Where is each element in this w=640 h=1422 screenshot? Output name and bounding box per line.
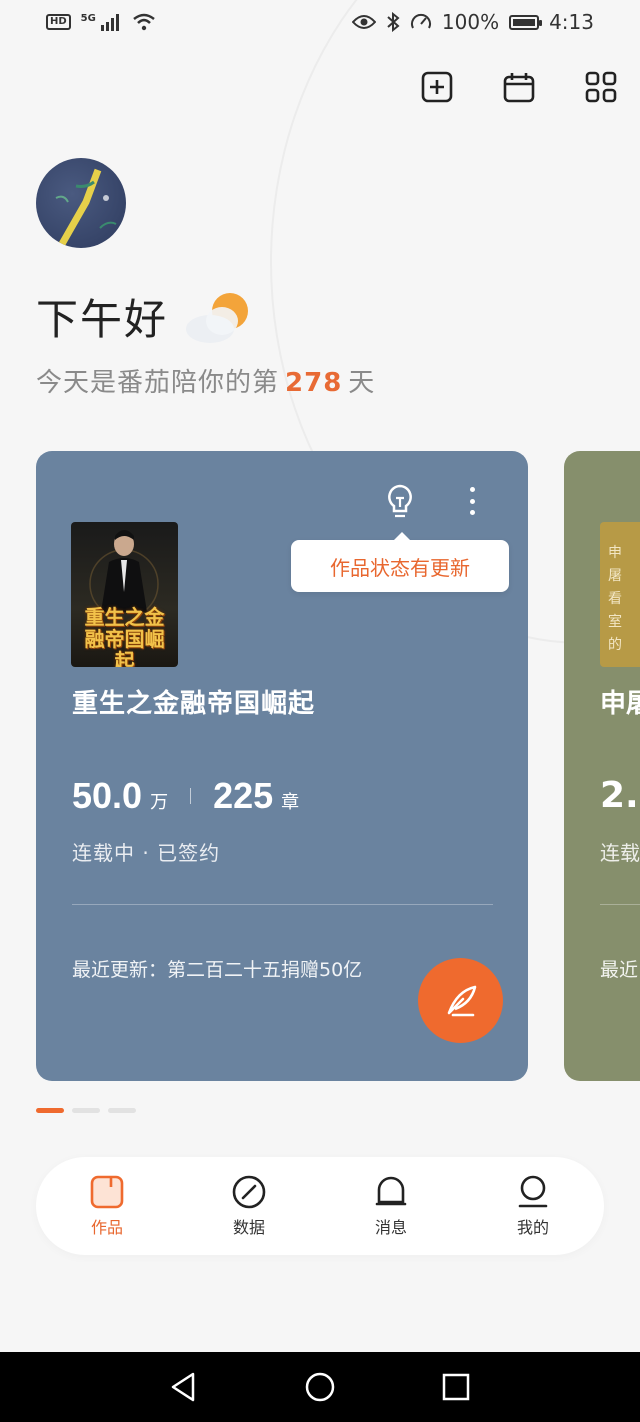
greeting-text: 下午好 [36, 295, 169, 344]
chapter-count-unit: 章 [281, 792, 300, 813]
signal-icon [100, 14, 119, 31]
battery-percent: 100% [441, 10, 500, 34]
profile-icon [518, 1175, 548, 1208]
grid-button[interactable] [584, 68, 618, 106]
add-button[interactable] [420, 68, 454, 106]
app-screen: HD 5G 100% 4:13 下午好 今天是番茄陪你的第 278 天 作品状态… [0, 0, 640, 1422]
grid-icon [585, 71, 617, 103]
card-divider [600, 904, 640, 905]
avatar-image [55, 168, 117, 246]
back-triangle-icon [171, 1372, 195, 1402]
greeting: 下午好 [36, 286, 256, 347]
back-button[interactable] [166, 1369, 202, 1405]
book-stats: 50.0 万 225 章 [72, 775, 299, 817]
cover-title: 申屠看室的 [608, 545, 622, 653]
home-circle-icon [305, 1372, 335, 1402]
more-options-icon[interactable] [462, 483, 482, 519]
pager-dot-active [36, 1108, 64, 1113]
word-count-unit: 万 [150, 792, 169, 813]
book-title[interactable]: 重生之金融帝国崛起 [72, 683, 315, 720]
data-icon [232, 1175, 266, 1209]
book-card[interactable]: 作品状态有更新 重生之金融帝国崛起 重生之金融帝国崛起 50.0 万 225 章… [36, 451, 528, 1081]
home-button[interactable] [302, 1369, 338, 1405]
tab-data[interactable]: 数据 [204, 1174, 294, 1238]
hd-badge: HD [46, 14, 71, 30]
partly-cloudy-icon [182, 289, 256, 345]
companion-days: 今天是番茄陪你的第 278 天 [36, 368, 376, 398]
works-icon [90, 1175, 124, 1209]
pager-dot [108, 1108, 136, 1113]
bottom-tab-bar: 作品 数据 消息 我的 [36, 1157, 604, 1255]
book-cover[interactable]: 重生之金融帝国崛起 [71, 522, 178, 667]
word-count: 2.0 [600, 775, 640, 816]
chapter-count: 225 [213, 775, 274, 816]
speed-icon [410, 13, 431, 29]
book-status: 连载中 · 已签约 [72, 841, 221, 865]
cover-title: 重生之金融帝国崛起 [84, 605, 165, 667]
book-title[interactable]: 申屠 [600, 683, 640, 720]
status-bar: HD 5G 100% 4:13 [0, 0, 640, 44]
clock: 4:13 [549, 10, 594, 34]
latest-update: 最近更新：第二百二十五捐赠50亿 [72, 959, 363, 981]
tab-works[interactable]: 作品 [62, 1174, 152, 1238]
book-cover[interactable]: 申屠看室的 [600, 522, 640, 667]
network-type: 5G [80, 12, 96, 24]
add-icon [421, 71, 453, 103]
tab-label: 我的 [516, 1218, 549, 1237]
stats-divider [190, 788, 192, 804]
days-count: 278 [285, 368, 343, 398]
top-actions [420, 68, 618, 106]
carousel-pager [36, 1108, 136, 1113]
write-button[interactable] [418, 958, 503, 1043]
tab-profile[interactable]: 我的 [488, 1174, 578, 1238]
wifi-icon [133, 13, 155, 31]
book-card-next[interactable]: 申屠看室的 申屠 2.0 连载 最近 [564, 451, 640, 1081]
tab-messages[interactable]: 消息 [346, 1174, 436, 1238]
pager-dot [72, 1108, 100, 1113]
recents-square-icon [442, 1373, 470, 1401]
eye-icon [351, 15, 376, 29]
bluetooth-icon [387, 12, 400, 32]
quill-icon [447, 985, 476, 1016]
battery-icon [509, 14, 543, 30]
latest-update: 最近 [600, 959, 639, 981]
tab-label: 消息 [374, 1218, 407, 1237]
cover-figure [89, 530, 159, 612]
word-count: 50.0 [72, 775, 143, 816]
system-nav-bar [0, 1352, 640, 1422]
tab-label: 数据 [232, 1218, 265, 1237]
calendar-button[interactable] [502, 68, 536, 106]
card-divider [72, 904, 493, 905]
bell-icon [375, 1176, 407, 1206]
book-status: 连载 [600, 841, 640, 865]
update-tooltip[interactable]: 作品状态有更新 [291, 532, 509, 592]
recents-button[interactable] [438, 1369, 474, 1405]
avatar[interactable] [36, 158, 126, 248]
tab-label: 作品 [90, 1218, 123, 1237]
lightbulb-icon[interactable] [384, 483, 416, 519]
calendar-icon [503, 73, 535, 103]
